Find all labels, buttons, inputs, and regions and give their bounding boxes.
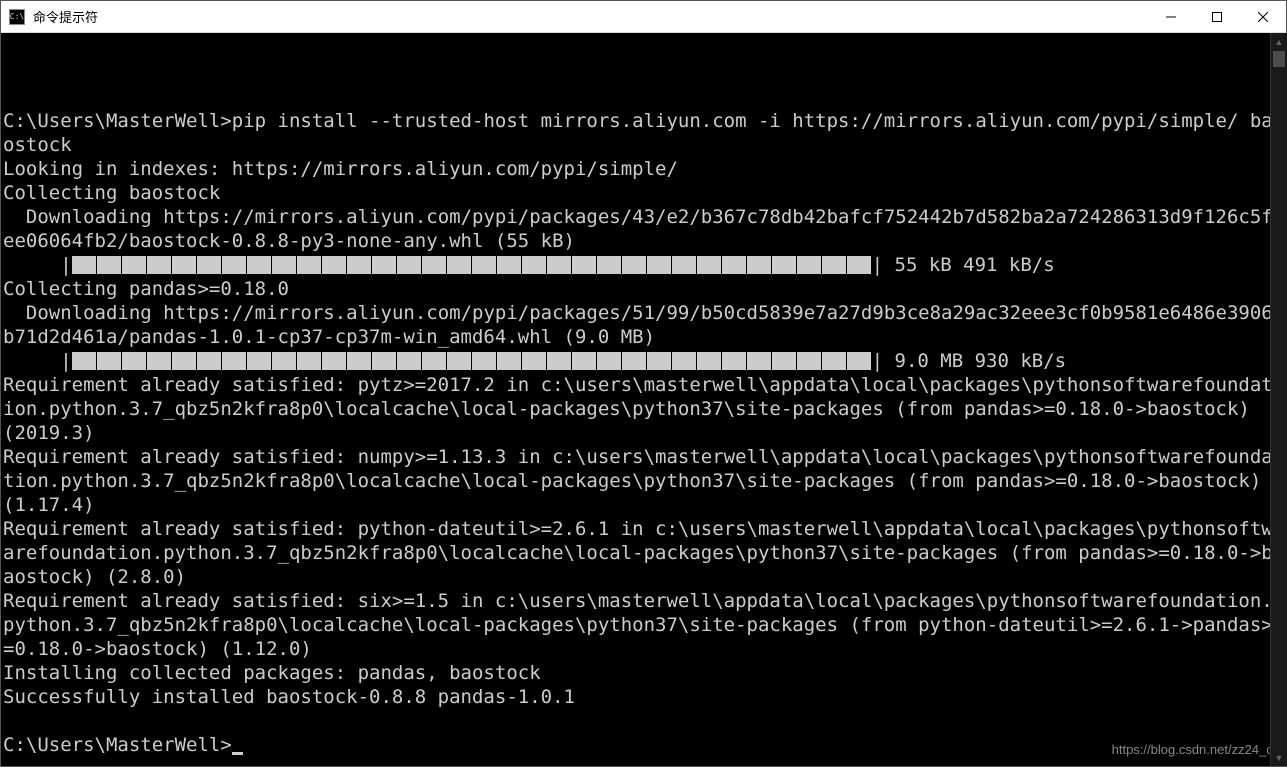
close-button[interactable] <box>1240 1 1286 32</box>
progress-fill <box>72 351 872 371</box>
output-line: Installing collected packages: pandas, b… <box>3 662 541 684</box>
scrollbar-thumb[interactable] <box>1273 51 1285 67</box>
maximize-button[interactable] <box>1194 1 1240 32</box>
watermark: https://blog.csdn.net/zz24_co <box>1112 738 1280 762</box>
terminal-area[interactable]: C:\Users\MasterWell>pip install --truste… <box>1 33 1286 766</box>
prompt: C:\Users\MasterWell> <box>3 734 232 756</box>
cursor <box>232 752 243 755</box>
progress-bar-1: || 55 kB 491 kB/s <box>3 253 1284 277</box>
output-line: Collecting baostock <box>3 182 220 204</box>
app-icon-text: C:\ <box>10 12 24 21</box>
titlebar[interactable]: C:\ 命令提示符 <box>1 1 1286 33</box>
window-controls <box>1148 1 1286 32</box>
output-line: Collecting pandas>=0.18.0 <box>3 278 289 300</box>
scroll-down-arrow-icon[interactable]: ▼ <box>1271 749 1287 766</box>
output-line: Requirement already satisfied: python-da… <box>3 518 1273 588</box>
output-line: Requirement already satisfied: pytz>=201… <box>3 374 1273 444</box>
command-prompt-window: C:\ 命令提示符 C:\Users\MasterWell>pip instal… <box>0 0 1287 767</box>
output-line: Successfully installed baostock-0.8.8 pa… <box>3 686 575 708</box>
progress-fill <box>72 255 872 275</box>
progress-bar-2: || 9.0 MB 930 kB/s <box>3 349 1284 373</box>
output-line: Downloading https://mirrors.aliyun.com/p… <box>3 302 1273 348</box>
terminal-content: C:\Users\MasterWell>pip install --truste… <box>3 85 1284 757</box>
progress-stats: 9.0 MB 930 kB/s <box>883 349 1066 373</box>
minimize-button[interactable] <box>1148 1 1194 32</box>
output-line: Requirement already satisfied: numpy>=1.… <box>3 446 1273 516</box>
output-line: Requirement already satisfied: six>=1.5 … <box>3 590 1273 660</box>
output-line: Downloading https://mirrors.aliyun.com/p… <box>3 206 1273 252</box>
prompt: C:\Users\MasterWell> <box>3 110 232 132</box>
scrollbar[interactable]: ▲ ▼ <box>1270 33 1287 766</box>
scroll-up-arrow-icon[interactable]: ▲ <box>1271 33 1287 50</box>
window-title: 命令提示符 <box>33 7 1148 26</box>
progress-stats: 55 kB 491 kB/s <box>883 253 1055 277</box>
output-line: Looking in indexes: https://mirrors.aliy… <box>3 158 678 180</box>
app-icon: C:\ <box>9 9 25 25</box>
